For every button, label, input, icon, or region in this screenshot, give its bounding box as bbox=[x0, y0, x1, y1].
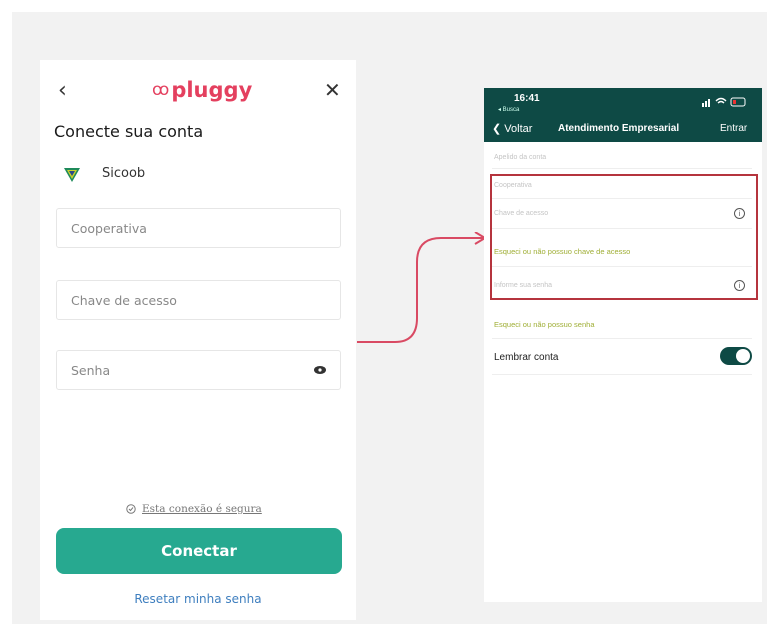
nav-back-label: Voltar bbox=[504, 123, 533, 135]
divider bbox=[492, 374, 752, 375]
divider bbox=[492, 228, 752, 229]
account-nickname-field[interactable]: Apelido da conta bbox=[494, 154, 546, 161]
cooperativa-input[interactable]: Cooperativa bbox=[56, 208, 341, 248]
remember-account-toggle[interactable] bbox=[720, 347, 752, 365]
pluggy-logo-text: pluggy bbox=[171, 78, 253, 102]
pluggy-logo: ꝏ pluggy bbox=[152, 78, 252, 102]
cooperativa-field[interactable]: Cooperativa bbox=[494, 182, 532, 189]
senha-field[interactable]: Informe sua senha bbox=[494, 282, 552, 289]
senha-placeholder: Senha bbox=[71, 363, 111, 378]
nav-enter-button[interactable]: Entrar bbox=[720, 123, 747, 134]
forgot-access-key-link[interactable]: Esqueci ou não possuo chave de acesso bbox=[494, 247, 630, 256]
divider bbox=[492, 266, 752, 267]
reset-password-link[interactable]: Resetar minha senha bbox=[40, 592, 356, 606]
pluggy-logo-icon: ꝏ bbox=[152, 80, 169, 100]
bank-app-screen: 16:41 ◂ Busca ❮ Voltar Atendimento Empre… bbox=[484, 88, 762, 602]
nav-back-button[interactable]: ❮ Voltar bbox=[492, 122, 532, 135]
divider bbox=[492, 198, 752, 199]
divider bbox=[492, 338, 752, 339]
secure-connection: Esta conexão é segura bbox=[126, 503, 262, 515]
info-icon[interactable]: i bbox=[734, 280, 745, 291]
connect-button[interactable]: Conectar bbox=[56, 528, 342, 574]
bank-name: Sicoob bbox=[102, 166, 146, 181]
page-title: Conecte sua conta bbox=[54, 122, 204, 141]
signal-wifi-battery-icon bbox=[702, 97, 746, 107]
secure-connection-link[interactable]: Esta conexão é segura bbox=[142, 503, 262, 515]
nav-bar: ❮ Voltar Atendimento Empresarial Entrar bbox=[484, 118, 762, 142]
status-time: 16:41 bbox=[514, 93, 540, 104]
remember-account-label: Lembrar conta bbox=[494, 352, 559, 363]
chave-acesso-input[interactable]: Chave de acesso bbox=[56, 280, 341, 320]
chave-acesso-placeholder: Chave de acesso bbox=[71, 293, 177, 308]
chave-acesso-field[interactable]: Chave de acesso bbox=[494, 210, 548, 217]
cooperativa-placeholder: Cooperativa bbox=[71, 221, 147, 236]
pluggy-connect-panel: ‹ ꝏ pluggy ✕ Conecte sua conta Sicoob Co… bbox=[40, 60, 356, 620]
toggle-knob bbox=[736, 349, 750, 363]
close-icon[interactable]: ✕ bbox=[324, 78, 341, 102]
shield-icon bbox=[126, 504, 136, 514]
eye-icon[interactable] bbox=[314, 366, 326, 374]
status-back-label: ◂ Busca bbox=[498, 107, 520, 113]
forgot-password-link[interactable]: Esqueci ou não possuo senha bbox=[494, 320, 595, 329]
divider bbox=[492, 168, 752, 169]
status-bar: 16:41 ◂ Busca bbox=[484, 88, 762, 118]
sicoob-logo-icon bbox=[64, 168, 80, 182]
senha-input[interactable]: Senha bbox=[56, 350, 341, 390]
info-icon[interactable]: i bbox=[734, 208, 745, 219]
connector-arrow bbox=[357, 232, 487, 343]
nav-title: Atendimento Empresarial bbox=[558, 123, 680, 134]
back-icon[interactable]: ‹ bbox=[58, 78, 67, 103]
